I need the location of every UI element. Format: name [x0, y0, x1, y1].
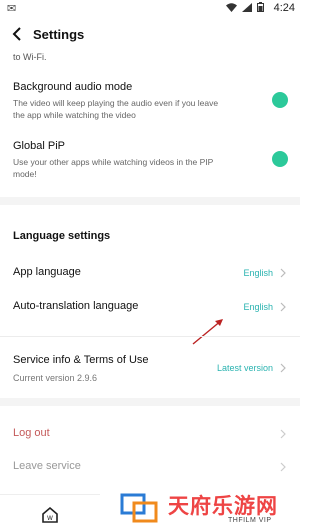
chevron-right-icon	[278, 301, 288, 313]
leave-service-label: Leave service	[13, 460, 81, 472]
svg-text:W: W	[47, 515, 53, 522]
wifi-icon	[226, 2, 237, 12]
page-title: Settings	[33, 27, 85, 42]
auto-translation-label: Auto-translation language	[13, 300, 139, 312]
logout-label: Log out	[13, 427, 50, 439]
cut-off-description: to Wi-Fi.	[13, 52, 47, 62]
home-icon[interactable]: W	[41, 506, 59, 524]
language-section-title: Language settings	[13, 230, 111, 242]
background-audio-label: Background audio mode	[13, 81, 133, 93]
annotation-arrow-icon	[192, 319, 223, 345]
battery-icon	[257, 2, 264, 12]
background-audio-desc: The video will keep playing the audio ev…	[13, 98, 219, 120]
watermark-logo	[120, 493, 158, 523]
service-info-label: Service info & Terms of Use	[13, 354, 149, 366]
section-divider	[0, 197, 300, 205]
background-audio-toggle[interactable]	[272, 92, 288, 108]
watermark-subtitle: THFILM VIP	[228, 517, 272, 524]
chevron-right-icon	[278, 461, 288, 473]
auto-translation-value: English	[243, 302, 273, 312]
chevron-right-icon	[278, 362, 288, 374]
section-divider	[0, 398, 300, 406]
watermark-title: 天府乐游网	[168, 494, 278, 518]
global-pip-label: Global PiP	[13, 140, 65, 152]
chevron-right-icon	[278, 267, 288, 279]
chevron-right-icon	[278, 428, 288, 440]
status-bar: ✉ 4:24	[0, 0, 300, 16]
app-language-label: App language	[13, 266, 81, 278]
notification-icon: ✉	[7, 3, 17, 15]
status-icons	[226, 2, 264, 12]
header: Settings	[0, 16, 300, 52]
back-arrow-icon	[12, 27, 21, 41]
signal-icon	[242, 2, 252, 12]
latest-version-status: Latest version	[216, 363, 273, 373]
divider	[0, 336, 300, 337]
global-pip-toggle[interactable]	[272, 151, 288, 167]
current-version: Current version 2.9.6	[13, 373, 98, 383]
back-button[interactable]	[8, 24, 26, 44]
app-language-value: English	[243, 268, 273, 278]
global-pip-desc: Use your other apps while watching video…	[13, 157, 214, 179]
status-time: 4:24	[273, 2, 295, 14]
